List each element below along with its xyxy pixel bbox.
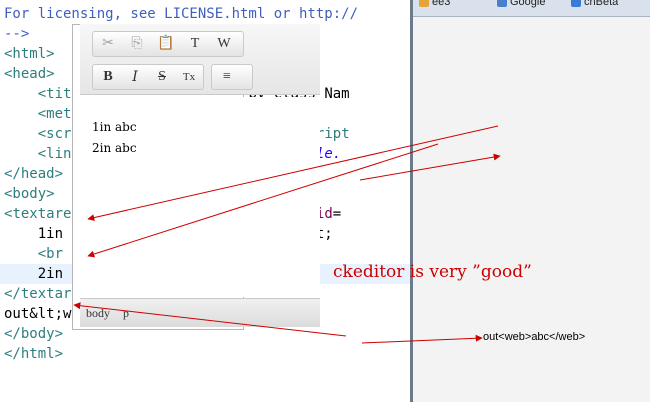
browser-tab-label: Google: [510, 0, 546, 8]
bold-icon: B: [103, 69, 113, 84]
remove-format-button[interactable]: Tx: [177, 65, 201, 89]
code-line: -->: [4, 24, 29, 44]
annotation-note: ckeditor is very ”good”: [333, 262, 532, 282]
cut-icon: ✂: [102, 36, 114, 51]
code-line: For licensing, see LICENSE.html or http:…: [4, 4, 358, 24]
code-line: <html>: [4, 44, 55, 64]
code-token: <html>: [4, 46, 55, 62]
tab-favicon-icon: [419, 0, 429, 8]
code-line: </body>: [4, 324, 63, 344]
browser-tab-bar: ee3 Google cnBeta: [413, 0, 650, 17]
toolbar-group-lists: ≡: [211, 64, 253, 90]
browser-tab-label: cnBeta: [584, 0, 619, 8]
tab-favicon-icon: [571, 0, 581, 8]
ckeditor-toolbar: ✂ ⎘ 📋 T W B I S Tx ≡: [80, 24, 320, 95]
code-token: <: [4, 106, 47, 122]
element-path-crumb[interactable]: p: [123, 299, 129, 327]
toolbar-group-basic-styles: B I S Tx: [92, 64, 204, 90]
remove-format-icon: Tx: [182, 71, 196, 83]
code-token: <head>: [4, 66, 55, 82]
code-line: </html>: [4, 344, 63, 364]
italic-button[interactable]: I: [123, 65, 147, 89]
browser-tab[interactable]: cnBeta: [571, 0, 618, 10]
copy-button[interactable]: ⎘: [125, 32, 149, 56]
italic-icon: I: [132, 69, 138, 85]
numbered-list-icon: ≡: [223, 69, 231, 84]
paste-text-button[interactable]: T: [183, 32, 207, 56]
strike-icon: S: [158, 69, 166, 84]
code-token: -->: [4, 26, 30, 42]
browser-tab[interactable]: Google: [497, 0, 545, 10]
code-token: =: [332, 206, 342, 222]
bold-button[interactable]: B: [96, 65, 120, 89]
code-token: For licensing, see LICENSE.html or http:…: [4, 6, 359, 22]
cut-button[interactable]: ✂: [96, 32, 120, 56]
code-token: </body>: [4, 326, 64, 342]
paste-word-icon: W: [217, 36, 231, 51]
numbered-list-button[interactable]: ≡: [215, 65, 239, 89]
code-token: <: [4, 126, 47, 142]
code-token: <: [4, 146, 47, 162]
strike-button[interactable]: S: [150, 65, 174, 89]
code-token: br: [46, 246, 72, 262]
editor-paragraph[interactable]: 2in abc: [92, 140, 137, 156]
editor-paragraph[interactable]: 1in abc: [92, 119, 137, 135]
paste-text-icon: T: [190, 36, 200, 51]
page-output-text: out<web>abc</web>: [483, 331, 586, 343]
code-token: <body>: [4, 186, 55, 202]
code-token: <: [4, 246, 47, 262]
code-line: </head>: [4, 164, 63, 184]
toolbar-group-clipboard: ✂ ⎘ 📋 T W: [92, 31, 244, 57]
code-token: <: [4, 86, 47, 102]
browser-tab[interactable]: ee3: [419, 0, 450, 10]
code-line: <body>: [4, 184, 55, 204]
ckeditor-statusbar: body p: [80, 298, 320, 327]
copy-icon: ⎘: [131, 36, 143, 51]
element-path-crumb[interactable]: body: [86, 299, 110, 327]
code-token: </html>: [4, 346, 64, 362]
paste-button[interactable]: 📋: [154, 32, 178, 56]
code-token: </head>: [4, 166, 64, 182]
tab-favicon-icon: [497, 0, 507, 8]
browser-tab-label: ee3: [432, 0, 451, 8]
code-line: <head>: [4, 64, 55, 84]
paste-icon: 📋: [157, 36, 175, 51]
ckeditor-content[interactable]: 1in abc 2in abc: [80, 97, 320, 297]
paste-word-button[interactable]: W: [212, 32, 236, 56]
